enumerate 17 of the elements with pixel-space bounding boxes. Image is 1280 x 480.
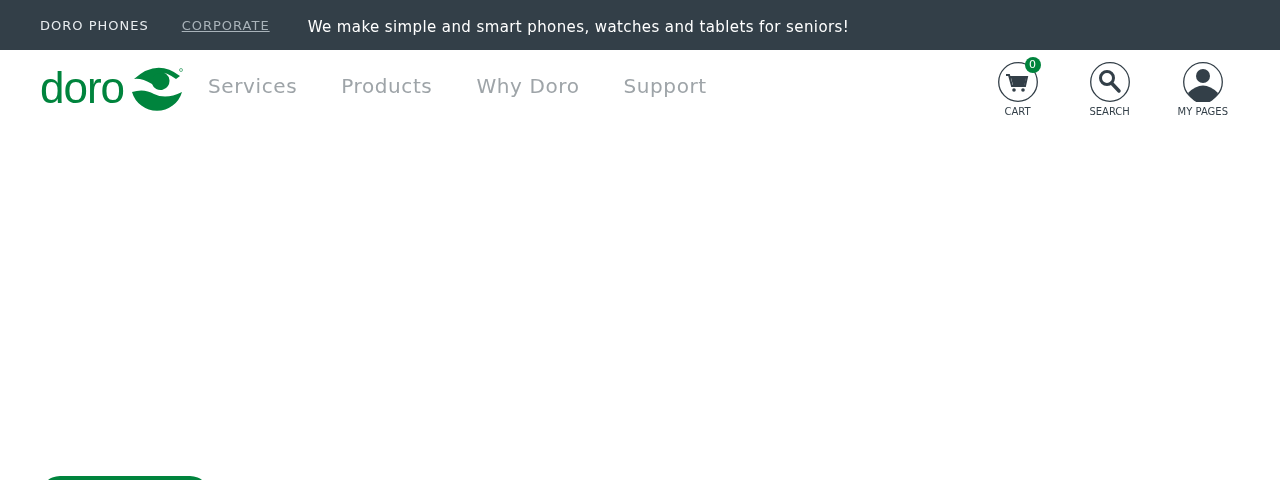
action-label: SEARCH xyxy=(1089,106,1130,117)
user-icon xyxy=(1182,62,1223,102)
site-link[interactable]: DORO PHONES xyxy=(40,17,149,33)
nav-link[interactable]: Why Doro xyxy=(476,74,580,98)
action-label: CART xyxy=(1004,106,1031,117)
search-icon xyxy=(1089,62,1130,102)
nav-link[interactable]: Support xyxy=(623,74,707,98)
site-link[interactable]: CORPORATE xyxy=(181,17,270,33)
search-button[interactable]: SEARCH xyxy=(1079,56,1140,117)
cart-icon xyxy=(997,62,1038,102)
cart-count: 0 xyxy=(1024,57,1041,73)
cart-button[interactable]: 0 CART xyxy=(987,56,1048,117)
tagline: We make simple and smart phones, watches and tablets for seniors! xyxy=(307,17,850,36)
account-button[interactable]: MY PAGES xyxy=(1171,56,1234,117)
doro-logo[interactable]: doro xyxy=(40,62,185,114)
nav-link[interactable]: Services xyxy=(208,74,298,98)
action-label: MY PAGES xyxy=(1177,106,1228,117)
